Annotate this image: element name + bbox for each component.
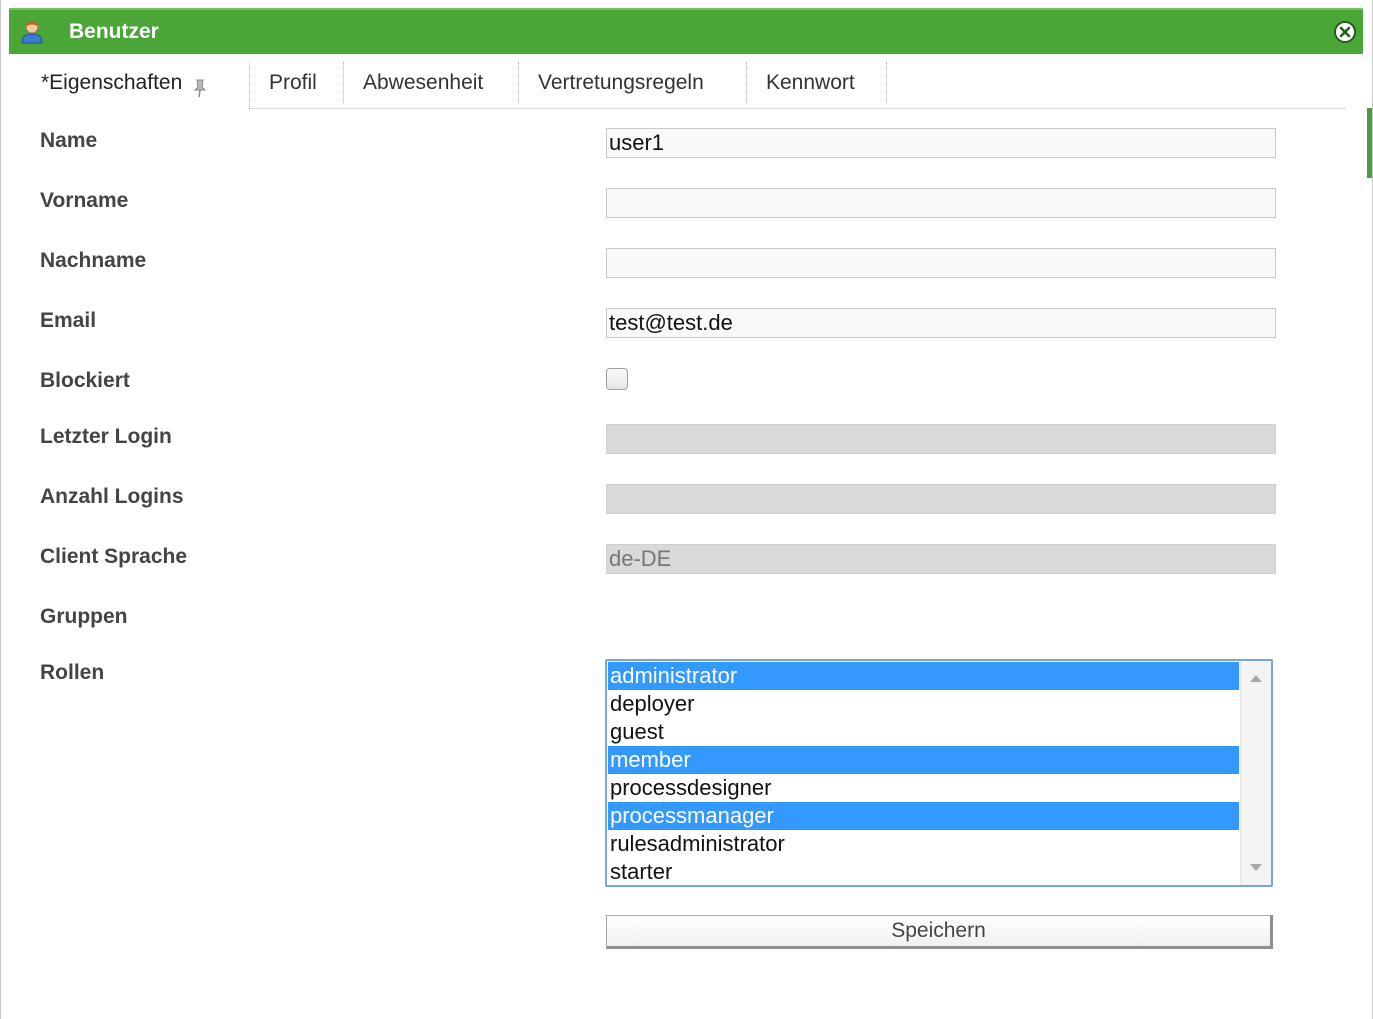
user-icon bbox=[21, 20, 43, 44]
rollen-listbox[interactable]: administrator deployer guest member proc… bbox=[605, 659, 1273, 887]
tab-vertretungsregeln[interactable]: Vertretungsregeln bbox=[519, 62, 747, 104]
window-edge-strip bbox=[1367, 108, 1372, 178]
dialog-titlebar: Benutzer bbox=[9, 8, 1363, 54]
list-item[interactable]: rulesadministrator bbox=[608, 830, 1239, 858]
tab-eigenschaften[interactable]: *Eigenschaften bbox=[21, 62, 250, 109]
anzahl-logins-label: Anzahl Logins bbox=[40, 485, 184, 508]
blockiert-checkbox[interactable] bbox=[606, 368, 628, 390]
tab-bar: *Eigenschaften Profil Abwesenheit Vertre… bbox=[21, 56, 1345, 109]
tab-abwesenheit[interactable]: Abwesenheit bbox=[344, 62, 519, 104]
email-label: Email bbox=[40, 309, 97, 332]
tab-label: Vertretungsregeln bbox=[538, 71, 704, 94]
list-item[interactable]: starter bbox=[608, 858, 1239, 885]
client-sprache-field bbox=[606, 544, 1276, 574]
list-item[interactable]: guest bbox=[608, 718, 1239, 746]
dialog-title: Benutzer bbox=[69, 20, 159, 43]
email-input[interactable] bbox=[606, 308, 1276, 338]
anzahl-logins-field bbox=[606, 484, 1276, 514]
tab-profil[interactable]: Profil bbox=[250, 62, 344, 104]
tab-label: Abwesenheit bbox=[363, 71, 484, 94]
name-label: Name bbox=[40, 129, 98, 152]
scroll-up-icon[interactable] bbox=[1250, 675, 1262, 682]
tab-label: *Eigenschaften bbox=[41, 71, 183, 94]
close-circle-icon[interactable] bbox=[1333, 20, 1357, 44]
save-button[interactable]: Speichern bbox=[606, 915, 1273, 949]
pin-icon[interactable] bbox=[192, 71, 208, 98]
vorname-label: Vorname bbox=[40, 189, 129, 212]
listbox-scrollbar[interactable] bbox=[1240, 661, 1271, 885]
list-item[interactable]: processdesigner bbox=[608, 774, 1239, 802]
user-dialog: Benutzer *Eigenschaften Profil Abwesenhe… bbox=[0, 0, 1373, 1019]
list-item[interactable]: deployer bbox=[608, 690, 1239, 718]
nachname-label: Nachname bbox=[40, 249, 147, 272]
blockiert-label: Blockiert bbox=[40, 369, 130, 392]
vorname-input[interactable] bbox=[606, 188, 1276, 218]
list-item[interactable]: member bbox=[608, 746, 1239, 774]
list-item[interactable]: administrator bbox=[608, 662, 1239, 690]
list-item[interactable]: processmanager bbox=[608, 802, 1239, 830]
name-input[interactable] bbox=[606, 128, 1276, 158]
gruppen-label: Gruppen bbox=[40, 605, 128, 628]
tab-label: Profil bbox=[269, 71, 317, 94]
scroll-down-icon[interactable] bbox=[1250, 864, 1262, 871]
letzter-login-label: Letzter Login bbox=[40, 425, 172, 448]
tab-label: Kennwort bbox=[766, 71, 855, 94]
rollen-label: Rollen bbox=[40, 661, 105, 684]
client-sprache-label: Client Sprache bbox=[40, 545, 188, 568]
tab-kennwort[interactable]: Kennwort bbox=[747, 62, 887, 104]
nachname-input[interactable] bbox=[606, 248, 1276, 278]
letzter-login-field bbox=[606, 424, 1276, 454]
